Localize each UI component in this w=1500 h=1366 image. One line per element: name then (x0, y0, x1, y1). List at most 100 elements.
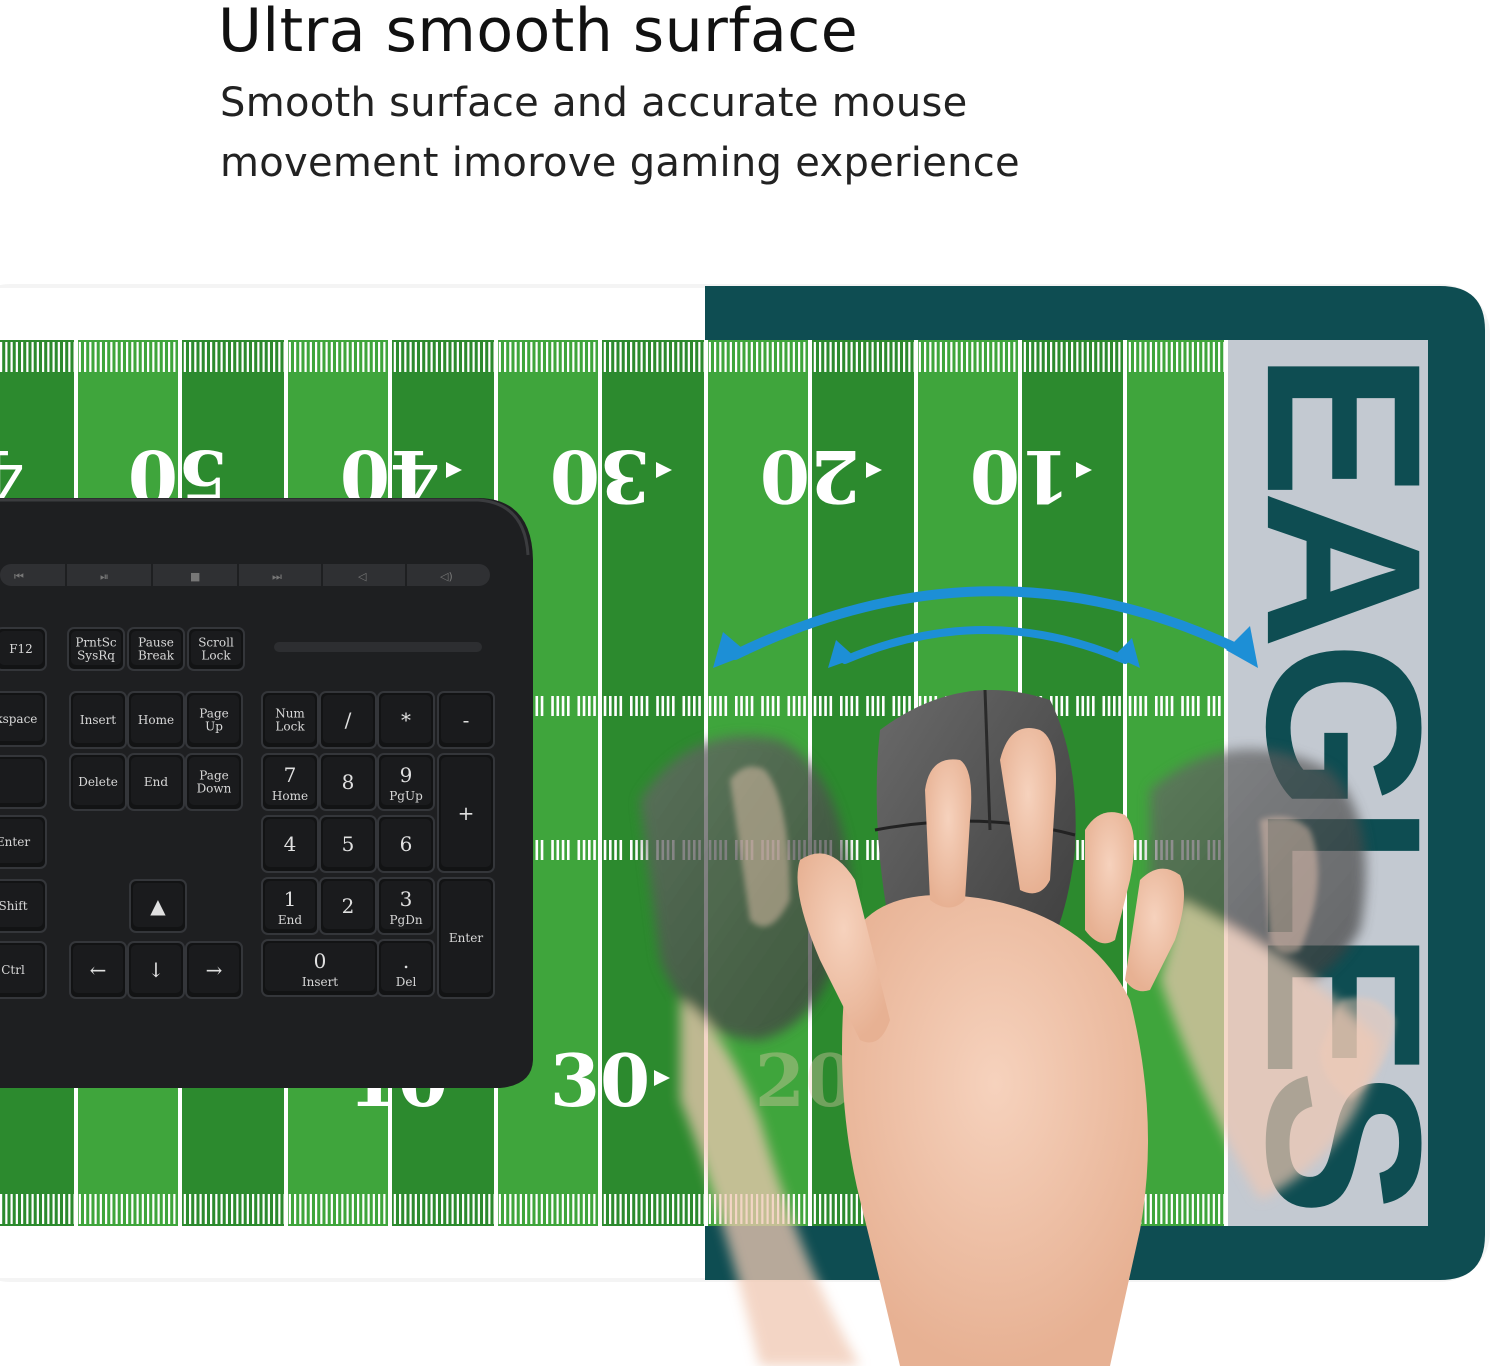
sideline-tick (1065, 342, 1068, 372)
numpad-5-key[interactable]: 5 (319, 815, 377, 873)
sideline-tick (31, 342, 34, 372)
delete-key[interactable]: Delete (69, 753, 127, 811)
sideline-tick (729, 342, 732, 372)
sideline-tick (236, 1194, 239, 1224)
sideline-tick (383, 1194, 386, 1224)
numpad-2-key[interactable]: 2 (319, 877, 377, 935)
hash-tick (1212, 696, 1216, 716)
sideline-tick (157, 342, 160, 372)
numpad-multiply-key[interactable]: * (377, 691, 435, 749)
sideline-tick (393, 342, 396, 372)
hash-tick (819, 696, 822, 716)
hash-tick (1128, 696, 1132, 716)
sideline-tick (1191, 342, 1194, 372)
sideline-tick (105, 1194, 108, 1224)
arrow-right-key[interactable]: → (185, 941, 243, 999)
svg-text:Home: Home (272, 789, 308, 803)
sideline-tick (887, 342, 890, 372)
sideline-tick (1060, 342, 1063, 372)
numpad-minus-key[interactable]: - (437, 691, 495, 749)
svg-text:8: 8 (342, 770, 355, 794)
numpad-3-key[interactable]: 3 PgDn (377, 877, 435, 935)
svg-text:ckspace: ckspace (0, 712, 37, 726)
numpad-4-key[interactable]: 4 (261, 815, 319, 873)
scrolllock-key[interactable]: ScrollLock (187, 627, 245, 671)
sideline-tick (656, 342, 659, 372)
numpad-dot-key[interactable]: . Del (377, 939, 435, 997)
arrow-down-key[interactable]: ↓ (127, 941, 185, 999)
printscreen-key[interactable]: PrntScSysRq (67, 627, 125, 671)
numpad-7-key[interactable]: 7 Home (261, 753, 319, 811)
hash-tick (1065, 696, 1069, 716)
yard-number: 30 (550, 1038, 650, 1123)
numlock-key[interactable]: NumLock (261, 691, 319, 749)
sideline-tick (341, 1194, 344, 1224)
pause-key[interactable]: PauseBreak (127, 627, 185, 671)
sideline-tick (556, 1194, 559, 1224)
sideline-tick (320, 1194, 323, 1224)
arrow-left-key[interactable]: ← (69, 941, 127, 999)
pageup-key[interactable]: PageUp (185, 691, 243, 749)
sideline-tick (808, 1194, 811, 1224)
backspace-key[interactable]: ckspace (0, 691, 47, 747)
sideline-tick (514, 342, 517, 372)
home-key[interactable]: Home (127, 691, 185, 749)
sideline-tick (472, 1194, 475, 1224)
sideline-tick (1097, 342, 1100, 372)
sideline-tick (47, 1194, 50, 1224)
sideline-tick (829, 342, 832, 372)
sideline-tick (26, 1194, 29, 1224)
sideline-tick (1212, 1194, 1215, 1224)
ctrl-key[interactable]: Ctrl (0, 941, 47, 999)
sideline-tick (330, 342, 333, 372)
enter-key-main[interactable]: Enter (0, 815, 47, 869)
end-key[interactable]: End (127, 753, 185, 811)
sideline-tick (1118, 342, 1121, 372)
numpad-1-key[interactable]: 1 End (261, 877, 319, 935)
sideline-tick (745, 342, 748, 372)
numpad-9-key[interactable]: 9 PgUp (377, 753, 435, 811)
insert-key[interactable]: Insert (69, 691, 127, 749)
backslash-key[interactable] (0, 755, 47, 809)
numpad-6-key[interactable]: 6 (377, 815, 435, 873)
sideline-tick (934, 342, 937, 372)
sideline-tick (273, 342, 276, 372)
numpad-divide-key[interactable]: / (319, 691, 377, 749)
svg-text:6: 6 (400, 832, 413, 856)
sideline-tick (246, 342, 249, 372)
sideline-tick (992, 342, 995, 372)
sideline-tick (1181, 1194, 1184, 1224)
sideline-tick (414, 1194, 417, 1224)
sideline-tick (157, 1194, 160, 1224)
hash-tick (740, 696, 743, 716)
numpad-8-key[interactable]: 8 (319, 753, 377, 811)
hash-tick (1086, 696, 1090, 716)
sideline-tick (1165, 342, 1168, 372)
hash-tick (588, 840, 591, 860)
sideline-tick (99, 1194, 102, 1224)
sideline-tick (630, 342, 633, 372)
sideline-tick (672, 1194, 675, 1224)
hash-tick (798, 696, 801, 716)
numpad-plus-key[interactable]: + (437, 753, 495, 873)
sideline-tick (624, 342, 627, 372)
sideline-tick (567, 1194, 570, 1224)
numpad-0-key[interactable]: 0 Insert (261, 939, 379, 997)
sideline-tick (819, 1194, 822, 1224)
sideline-tick (189, 342, 192, 372)
pagedown-key[interactable]: PageDown (185, 753, 243, 811)
shift-key[interactable]: Shift (0, 879, 47, 933)
sideline-tick (766, 342, 769, 372)
sideline-tick (756, 342, 759, 372)
f12-key[interactable]: F12 (0, 627, 47, 671)
hash-tick (698, 696, 701, 716)
hash-tick (619, 696, 623, 716)
numpad-enter-key[interactable]: Enter (437, 877, 495, 999)
arrow-up-key[interactable]: ▲ (129, 879, 187, 933)
sideline-tick (10, 342, 13, 372)
sideline-tick (362, 342, 365, 372)
hash-tick (1076, 840, 1079, 860)
hash-tick (1144, 696, 1148, 716)
sideline-tick (519, 342, 522, 372)
sideline-tick (1002, 342, 1005, 372)
